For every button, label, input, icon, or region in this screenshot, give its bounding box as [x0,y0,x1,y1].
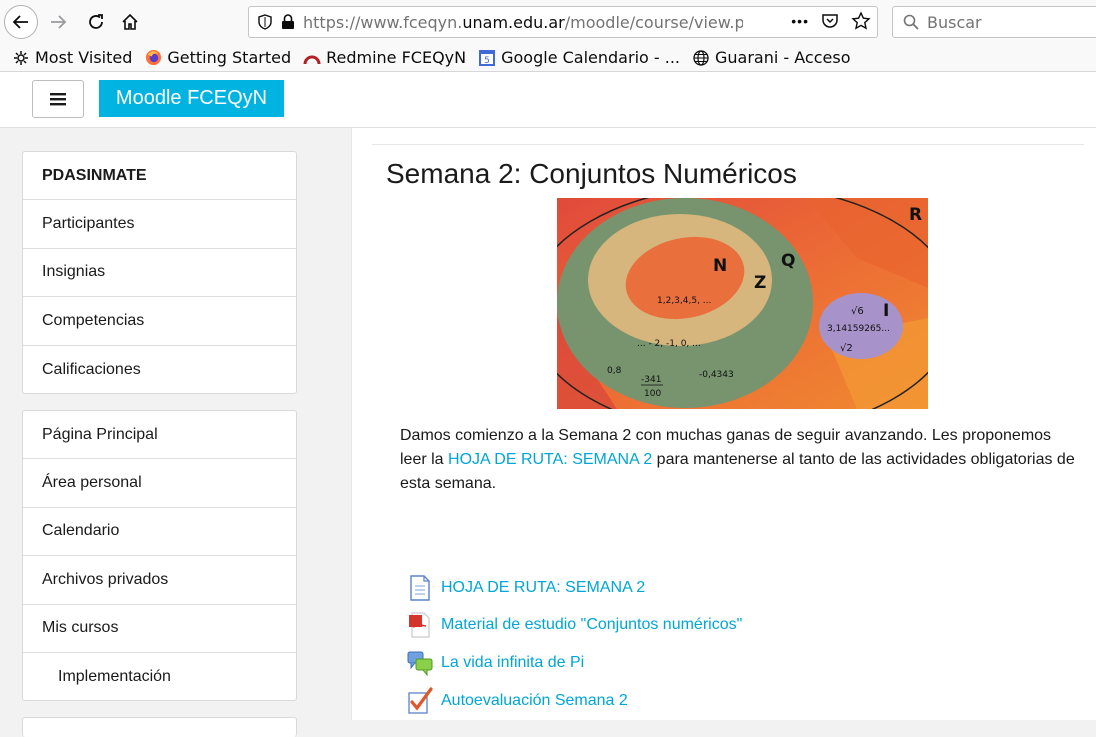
bookmark-most-visited[interactable]: Most Visited [12,48,132,67]
drawer-item-archivos-privados[interactable]: Archivos privados [23,556,296,605]
forward-button[interactable] [42,6,74,38]
firefox-icon [144,49,162,67]
drawer-item-calendario[interactable]: Calendario [23,508,296,557]
pdf-icon [409,612,430,638]
reload-button[interactable] [80,6,112,38]
site-brand-link[interactable]: Moodle FCEQyN [99,80,284,117]
drawer-item-course[interactable]: PDASINMATE [23,152,296,201]
reload-icon [89,14,103,29]
url-prefix: https://www.fceqyn. [303,12,463,32]
home-button[interactable] [114,6,146,38]
banner-q-fraction-num: -341 [641,375,661,385]
pocket-icon[interactable] [821,12,839,30]
section-title: Semana 2: Conjuntos Numéricos [386,158,797,189]
svg-text:5: 5 [484,56,490,66]
search-placeholder: Buscar [927,12,982,32]
banner-q-fraction-den: 100 [644,389,661,399]
drawer-item-competencias[interactable]: Competencias [23,297,296,346]
banner-label-i: I [883,301,889,321]
back-button[interactable] [4,5,38,39]
quiz-icon [408,687,433,714]
url-suffix: /moodle/course/view.ph [564,12,743,32]
summary-roadmap-link[interactable]: HOJA DE RUTA: SEMANA 2 [448,451,652,468]
section-summary: Damos comienzo a la Semana 2 con muchas … [400,424,1080,496]
star-icon[interactable] [851,11,871,31]
activity-item[interactable]: Autoevaluación Semana 2 [407,686,628,716]
url-domain: unam.edu.ar [462,12,565,32]
url-bar[interactable]: https://www.fceqyn.unam.edu.ar/moodle/co… [248,6,878,38]
drawer-item-pagina-principal[interactable]: Página Principal [23,411,296,460]
moodle-navbar: Moodle FCEQyN [0,72,1096,128]
shield-icon[interactable] [257,14,273,30]
url-actions: ••• [791,11,871,31]
drawer-item-calificaciones[interactable]: Calificaciones [23,346,296,394]
drawer-toggle-button[interactable] [32,80,84,118]
banner-q-value-b: -0,4343 [699,370,734,380]
bookmark-redmine[interactable]: Redmine FCEQyN [303,48,466,67]
banner-label-n: N [713,256,727,276]
activity-link[interactable]: Autoevaluación Semana 2 [441,692,628,710]
activity-link[interactable]: Material de estudio "Conjuntos numéricos… [441,616,742,634]
bookmark-label: Guarani - Acceso [715,48,851,67]
banner-label-z: Z [754,273,766,293]
url-text[interactable]: https://www.fceqyn.unam.edu.ar/moodle/co… [303,13,743,32]
drawer-item-area-personal[interactable]: Área personal [23,459,296,508]
globe-icon [692,49,710,67]
drawer-item-mis-cursos[interactable]: Mis cursos [23,605,296,653]
bookmark-guarani[interactable]: Guarani - Acceso [692,48,850,67]
bookmark-label: Most Visited [35,48,133,67]
gear-icon [12,49,30,67]
banner-label-r: R [909,205,922,225]
activity-item[interactable]: HOJA DE RUTA: SEMANA 2 [407,573,645,603]
browser-toolbar: https://www.fceqyn.unam.edu.ar/moodle/co… [0,0,1096,44]
redmine-icon [303,49,321,67]
bookmark-label: Getting Started [167,48,292,67]
nav-drawer: PDASINMATE Participantes Insignias Compe… [0,128,320,737]
home-icon [122,13,138,30]
banner-i-value-b: 3,14159265... [827,324,890,334]
numeric-sets-banner-image: R Q Z N I 1,2,3,4,5, ... ... - 2, -1, 0,… [557,198,928,409]
activity-item[interactable]: Material de estudio "Conjuntos numéricos… [407,610,742,640]
drawer-next-block [22,717,297,737]
course-nav-block: PDASINMATE Participantes Insignias Compe… [22,151,297,394]
section-divider [372,144,1084,145]
banner-label-q: Q [781,251,795,271]
banner-i-value-c: √2 [840,343,853,354]
banner-n-values: 1,2,3,4,5, ... [657,296,711,306]
activity-link[interactable]: La vida infinita de Pi [441,654,584,672]
lock-icon[interactable] [281,14,295,30]
bookmark-label: Google Calendario - ... [501,48,680,67]
arrow-right-icon [51,15,67,29]
drawer-item-implementacion[interactable]: Implementación [23,653,296,701]
calendar-icon: 5 [478,49,496,67]
banner-z-values: ... - 2, -1, 0, ... [637,339,701,349]
search-icon [903,14,919,30]
bookmarks-toolbar: Most Visited Getting Started Redmine FCE… [0,44,1096,72]
page-icon [410,575,430,601]
bookmark-label: Redmine FCEQyN [326,48,467,67]
drawer-item-participantes[interactable]: Participantes [23,200,296,249]
course-content: Semana 2: Conjuntos Numéricos R Q Z N I … [351,128,1096,720]
banner-q-value-a: 0,8 [607,366,622,376]
activity-item[interactable]: La vida infinita de Pi [407,648,584,678]
forum-icon [407,651,433,677]
bookmark-getting-started[interactable]: Getting Started [144,48,291,67]
bookmark-google-calendar[interactable]: 5 Google Calendario - ... [478,48,680,67]
more-actions-button[interactable]: ••• [791,13,809,29]
site-nav-block: Página Principal Área personal Calendari… [22,410,297,701]
activity-link[interactable]: HOJA DE RUTA: SEMANA 2 [441,579,645,597]
drawer-item-insignias[interactable]: Insignias [23,249,296,298]
banner-i-value-a: √6 [851,306,864,317]
hamburger-icon [50,93,66,106]
arrow-left-icon [12,15,28,29]
search-input[interactable]: Buscar [892,6,1096,38]
